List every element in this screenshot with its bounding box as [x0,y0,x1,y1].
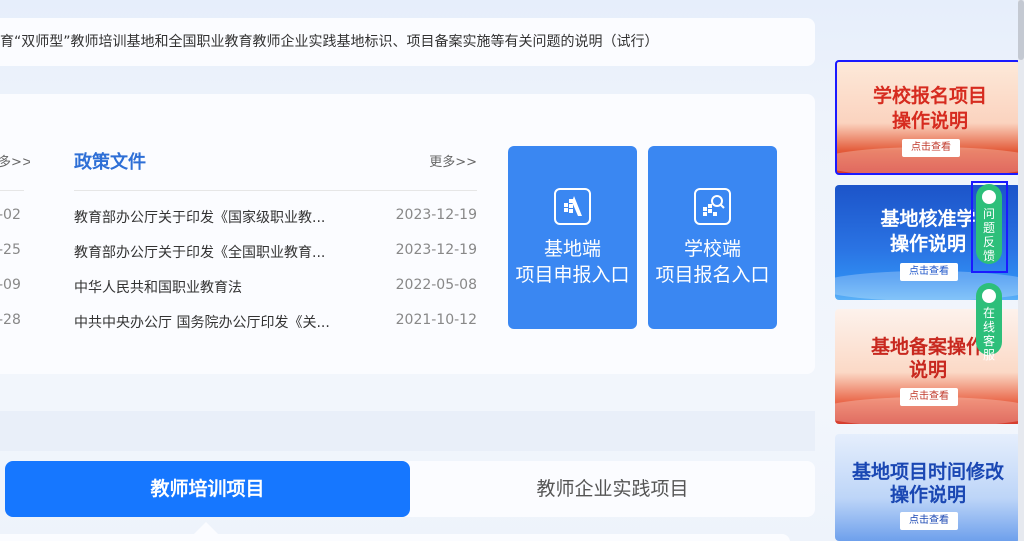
banner-time-modification-guide[interactable]: 基地项目时间修改 操作说明 点击查看 [835,434,1021,541]
tab-teacher-training[interactable]: 教师培训项目 [5,461,410,517]
chart-search-icon [694,188,731,225]
notice-bar[interactable]: 育“双师型”教师培训基地和全国职业教育教师企业实践基地标识、项目备案实施等有关问… [0,18,815,66]
notice-text[interactable]: 育“双师型”教师培训基地和全国职业教育教师企业实践基地标识、项目备案实施等有关问… [0,34,659,50]
left-date: -09 [0,277,21,293]
banner-subtitle: 操作说明 [891,110,968,132]
active-tab-pointer [194,522,218,534]
policy-item-date: 2021-10-12 [395,312,477,328]
policy-item-date: 2022-05-08 [395,277,477,293]
chat-bubble-icon [982,289,996,303]
banner-view-button[interactable]: 点击查看 [900,388,958,406]
policy-item-title[interactable]: 教育部办公厅关于印发《国家级职业教... [74,207,325,227]
left-news-column: 多>> -02 -25 -09 -28 [0,94,30,374]
scrollbar-track[interactable] [1018,0,1024,541]
project-tabs: 教师培训项目 教师企业实践项目 [5,461,815,517]
policy-title: 政策文件 [74,152,146,173]
policy-divider [74,190,477,191]
policy-section: 政策文件 更多>> 教育部办公厅关于印发《国家级职业教... 2023-12-1… [74,94,477,374]
banner-view-button[interactable]: 点击查看 [902,139,960,157]
feedback-widget[interactable]: 问题反馈 [976,184,1002,264]
building-chart-icon [554,188,591,225]
banner-title: 基地项目时间修改 [851,461,1004,483]
base-entry-sublabel: 项目申报入口 [515,264,630,286]
school-entry-button[interactable]: 学校端 项目报名入口 [648,146,777,329]
base-entry-button[interactable]: 基地端 项目申报入口 [508,146,637,329]
policy-list-item[interactable]: 中共中央办公厅 国务院办公厅印发《关... 2021-10-12 [74,309,477,333]
policy-more-link[interactable]: 更多>> [429,151,477,170]
section-header-bar [0,411,815,451]
school-entry-sublabel: 项目报名入口 [655,264,770,286]
online-service-widget[interactable]: 在线客服 [976,283,1002,362]
left-more-link[interactable]: 多>> [0,151,30,170]
policy-item-date: 2023-12-19 [395,242,477,258]
scrollbar-thumb[interactable] [1018,0,1024,60]
policy-list-item[interactable]: 教育部办公厅关于印发《国家级职业教... 2023-12-19 [74,204,477,228]
school-entry-label: 学校端 [683,238,741,260]
policy-list-item[interactable]: 中华人民共和国职业教育法 2022-05-08 [74,274,477,298]
tab-enterprise-practice[interactable]: 教师企业实践项目 [410,461,815,517]
mail-icon [982,190,996,204]
left-date: -28 [0,312,21,328]
banner-view-button[interactable]: 点击查看 [900,263,958,281]
online-service-label: 在线客服 [983,306,996,362]
left-date: -25 [0,242,21,258]
feedback-label: 问题反馈 [983,207,996,263]
banner-title: 学校报名项目 [872,85,987,107]
banner-subtitle: 操作说明 [889,484,966,506]
banner-view-button[interactable]: 点击查看 [900,512,958,530]
policy-item-title[interactable]: 教育部办公厅关于印发《全国职业教育... [74,242,325,262]
left-divider [0,190,24,191]
base-entry-label: 基地端 [543,238,601,260]
policy-item-title[interactable]: 中华人民共和国职业教育法 [74,277,242,297]
banner-school-registration-guide[interactable]: 学校报名项目 操作说明 点击查看 [835,60,1021,175]
policy-list-item[interactable]: 教育部办公厅关于印发《全国职业教育... 2023-12-19 [74,239,477,263]
policy-item-title[interactable]: 中共中央办公厅 国务院办公厅印发《关... [74,312,330,332]
content-card: 多>> -02 -25 -09 -28 政策文件 更多>> 教育部办公厅关于印发… [0,94,815,374]
policy-item-date: 2023-12-19 [395,207,477,223]
tab-content-panel [0,534,790,541]
left-date: -02 [0,207,21,223]
